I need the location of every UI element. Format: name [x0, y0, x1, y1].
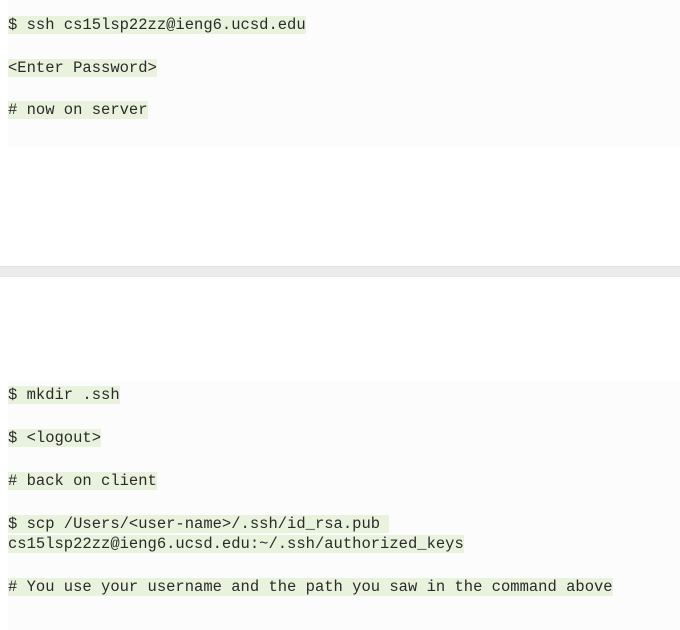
code-line: # now on server	[8, 100, 668, 120]
code-line-text: $ scp /Users/<user-name>/.ssh/id_rsa.pub…	[8, 515, 464, 553]
code-line-text: $ <logout>	[8, 429, 102, 447]
code-line-text: $ mkdir .ssh	[8, 386, 120, 404]
page-divider	[0, 266, 680, 277]
code-line-text: # You use your username and the path you…	[8, 578, 613, 596]
code-line-text: # now on server	[8, 101, 148, 119]
code-line: $ <logout>	[8, 428, 668, 448]
code-line: # back on client	[8, 471, 668, 491]
code-line-text: $ ssh cs15lsp22zz@ieng6.ucsd.edu	[8, 16, 306, 34]
code-line: $ ssh cs15lsp22zz@ieng6.ucsd.edu	[8, 15, 668, 35]
code-line: $ mkdir .ssh	[8, 385, 668, 405]
code-line-text: <Enter Password>	[8, 59, 157, 77]
code-line-text: # back on client	[8, 472, 157, 490]
code-line: <Enter Password>	[8, 58, 668, 78]
code-line: # You use your username and the path you…	[8, 577, 668, 597]
code-block-ssh-login: $ ssh cs15lsp22zz@ieng6.ucsd.edu <Enter …	[8, 0, 680, 146]
code-block-ssh-setup: $ mkdir .ssh $ <logout> # back on client…	[8, 382, 680, 630]
code-line: $ scp /Users/<user-name>/.ssh/id_rsa.pub…	[8, 514, 668, 554]
